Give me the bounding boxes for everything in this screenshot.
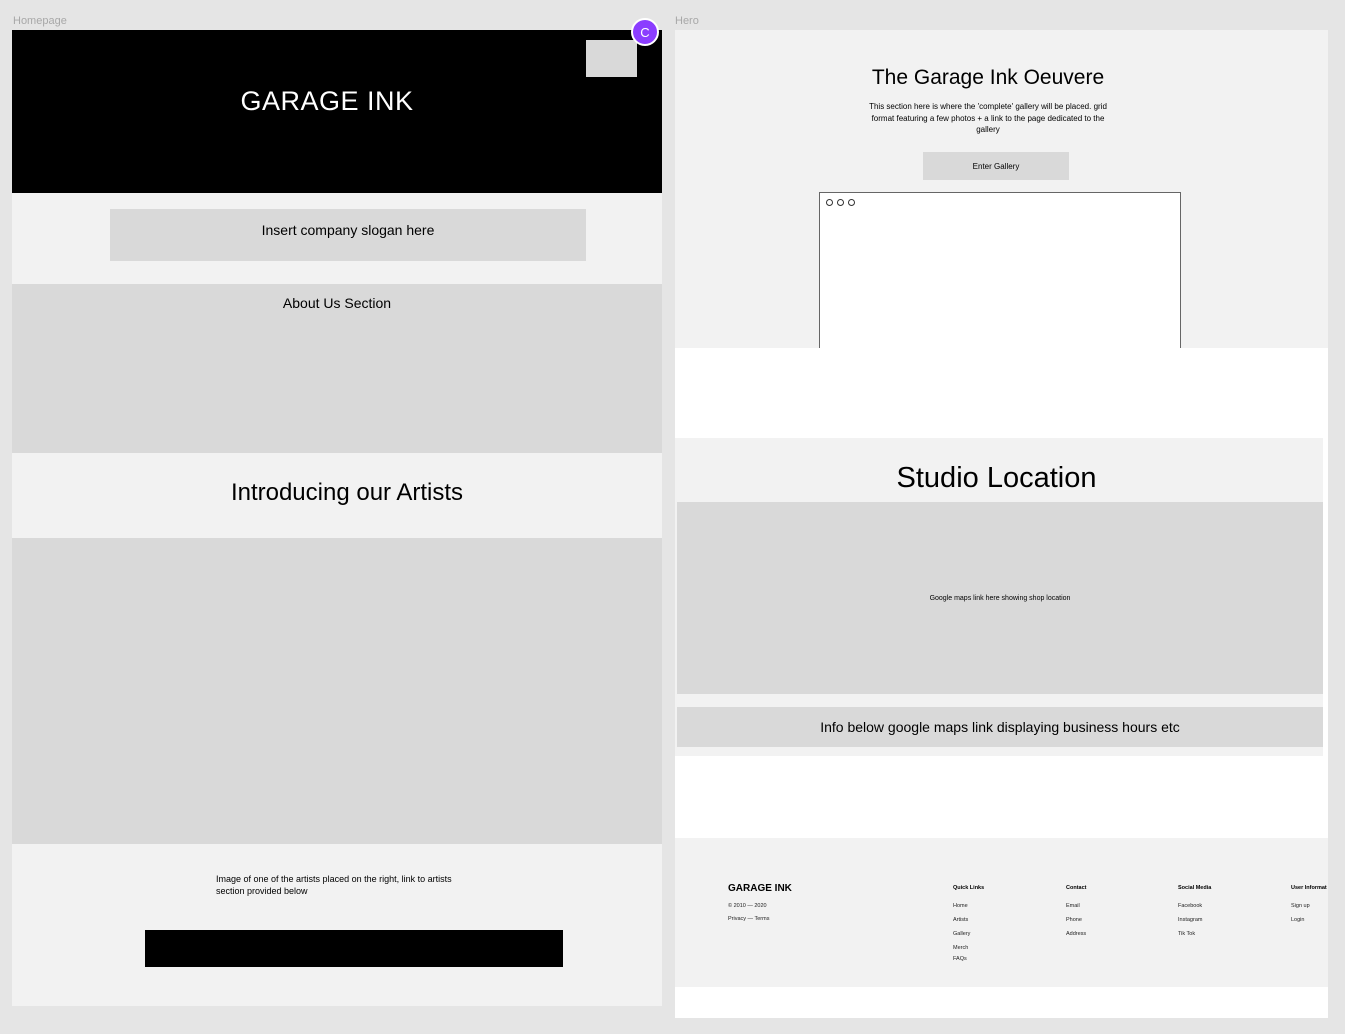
footer-legal-links[interactable]: Privacy — Terms bbox=[728, 916, 769, 922]
business-hours-box: Info below google maps link displaying b… bbox=[677, 707, 1323, 747]
studio-title: Studio Location bbox=[896, 462, 1097, 494]
frame-label-homepage[interactable]: Homepage bbox=[13, 15, 67, 27]
artists-link-button[interactable] bbox=[145, 930, 563, 967]
footer-col-title-quick-links: Quick Links bbox=[953, 885, 985, 891]
slogan-text: Insert company slogan here bbox=[261, 222, 435, 238]
footer-link-merch[interactable]: Merch bbox=[953, 945, 968, 951]
window-dot-icon bbox=[848, 199, 855, 206]
footer-link-home[interactable]: Home bbox=[953, 903, 968, 909]
frame-label-hero[interactable]: Hero bbox=[675, 15, 699, 27]
homepage-frame: GARAGE INK Insert company slogan here Ab… bbox=[12, 30, 662, 1006]
footer-link-faqs[interactable]: FAQs bbox=[953, 956, 967, 962]
footer-link-login[interactable]: Login bbox=[1291, 917, 1304, 923]
footer-col-title-user-info: User Informat bbox=[1291, 885, 1327, 891]
gallery-description: This section here is where the 'complete… bbox=[869, 102, 1107, 134]
footer-link-phone[interactable]: Phone bbox=[1066, 917, 1082, 923]
gallery-title: The Garage Ink Oeuvere bbox=[871, 66, 1105, 89]
footer-link-address[interactable]: Address bbox=[1066, 931, 1086, 937]
footer-link-signup[interactable]: Sign up bbox=[1291, 903, 1310, 909]
footer-link-artists[interactable]: Artists bbox=[953, 917, 968, 923]
footer-link-gallery[interactable]: Gallery bbox=[953, 931, 970, 937]
collaborator-avatar[interactable]: C bbox=[631, 18, 659, 46]
hero-image-placeholder bbox=[586, 40, 637, 77]
footer-link-instagram[interactable]: Instagram bbox=[1178, 917, 1202, 923]
footer bbox=[675, 838, 1328, 987]
spacer-section bbox=[675, 348, 1328, 438]
window-dot-icon bbox=[837, 199, 844, 206]
artist-note: Image of one of the artists placed on th… bbox=[216, 874, 452, 896]
artists-title: Introducing our Artists bbox=[230, 479, 464, 506]
footer-copyright: © 2010 — 2020 bbox=[728, 903, 767, 909]
footer-col-title-social: Social Media bbox=[1178, 885, 1212, 891]
slogan-box: Insert company slogan here bbox=[110, 209, 586, 261]
business-hours-text: Info below google maps link displaying b… bbox=[820, 719, 1180, 735]
footer-brand: GARAGE INK bbox=[728, 883, 792, 894]
footer-col-title-contact: Contact bbox=[1066, 885, 1087, 891]
map-text: Google maps link here showing shop locat… bbox=[929, 594, 1071, 602]
footer-link-email[interactable]: Email bbox=[1066, 903, 1080, 909]
enter-gallery-button[interactable]: Enter Gallery bbox=[923, 152, 1069, 180]
about-title: About Us Section bbox=[282, 295, 392, 311]
browser-mockup bbox=[819, 192, 1181, 362]
footer-link-facebook[interactable]: Facebook bbox=[1178, 903, 1202, 909]
artists-image-placeholder bbox=[12, 538, 662, 844]
window-dot-icon bbox=[826, 199, 833, 206]
map-placeholder[interactable]: Google maps link here showing shop locat… bbox=[677, 502, 1323, 694]
footer-link-tiktok[interactable]: Tik Tok bbox=[1178, 931, 1195, 937]
hero-frame: The Garage Ink Oeuvere This section here… bbox=[675, 30, 1328, 1018]
site-logo: GARAGE INK bbox=[240, 86, 414, 116]
artist-feature-section bbox=[12, 844, 662, 1006]
